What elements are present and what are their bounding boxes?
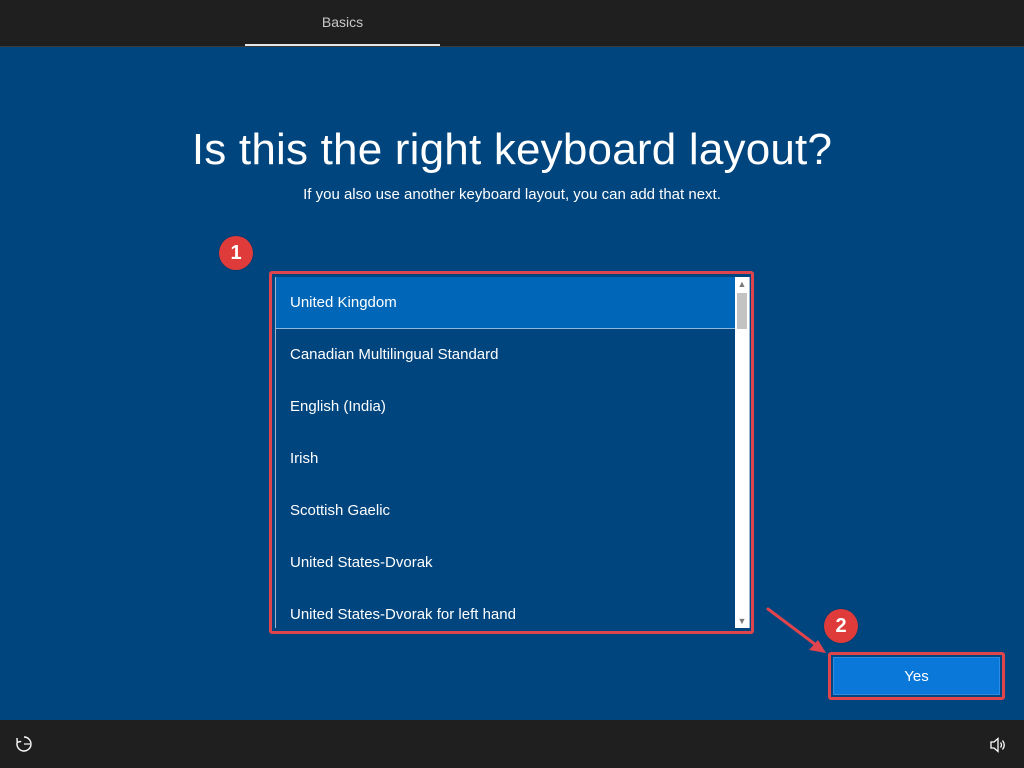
list-item-scottish-gaelic[interactable]: Scottish Gaelic xyxy=(276,485,737,537)
scroll-up-arrow-icon[interactable]: ▲ xyxy=(735,277,749,291)
tab-basics: Basics xyxy=(245,0,440,46)
page-subtitle: If you also use another keyboard layout,… xyxy=(303,186,721,203)
scroll-thumb[interactable] xyxy=(737,293,747,329)
list-item-irish[interactable]: Irish xyxy=(276,433,737,485)
top-bar: Basics xyxy=(0,0,1024,47)
list-scrollbar[interactable]: ▲ ▼ xyxy=(735,277,749,628)
page-title: Is this the right keyboard layout? xyxy=(191,125,833,174)
keyboard-layout-list[interactable]: United Kingdom Canadian Multilingual Sta… xyxy=(275,277,750,628)
list-item-canadian-multilingual-standard[interactable]: Canadian Multilingual Standard xyxy=(276,329,737,381)
yes-button[interactable]: Yes xyxy=(833,657,1000,695)
keyboard-layout-list-highlight: United Kingdom Canadian Multilingual Sta… xyxy=(269,271,754,634)
step-marker-1: 1 xyxy=(219,236,253,270)
keyboard-layout-items: United Kingdom Canadian Multilingual Sta… xyxy=(276,277,737,628)
list-item-english-india[interactable]: English (India) xyxy=(276,381,737,433)
step-marker-2: 2 xyxy=(824,609,858,643)
list-item-united-states-dvorak-left-hand[interactable]: United States-Dvorak for left hand xyxy=(276,589,737,628)
ease-of-access-icon[interactable] xyxy=(14,734,34,754)
list-item-united-states-dvorak[interactable]: United States-Dvorak xyxy=(276,537,737,589)
list-item-united-kingdom[interactable]: United Kingdom xyxy=(276,277,737,329)
yes-button-highlight: Yes xyxy=(828,652,1005,700)
scroll-down-arrow-icon[interactable]: ▼ xyxy=(735,614,749,628)
bottom-bar xyxy=(0,720,1024,768)
volume-icon[interactable] xyxy=(988,735,1008,755)
pointer-arrow-icon xyxy=(766,607,826,653)
